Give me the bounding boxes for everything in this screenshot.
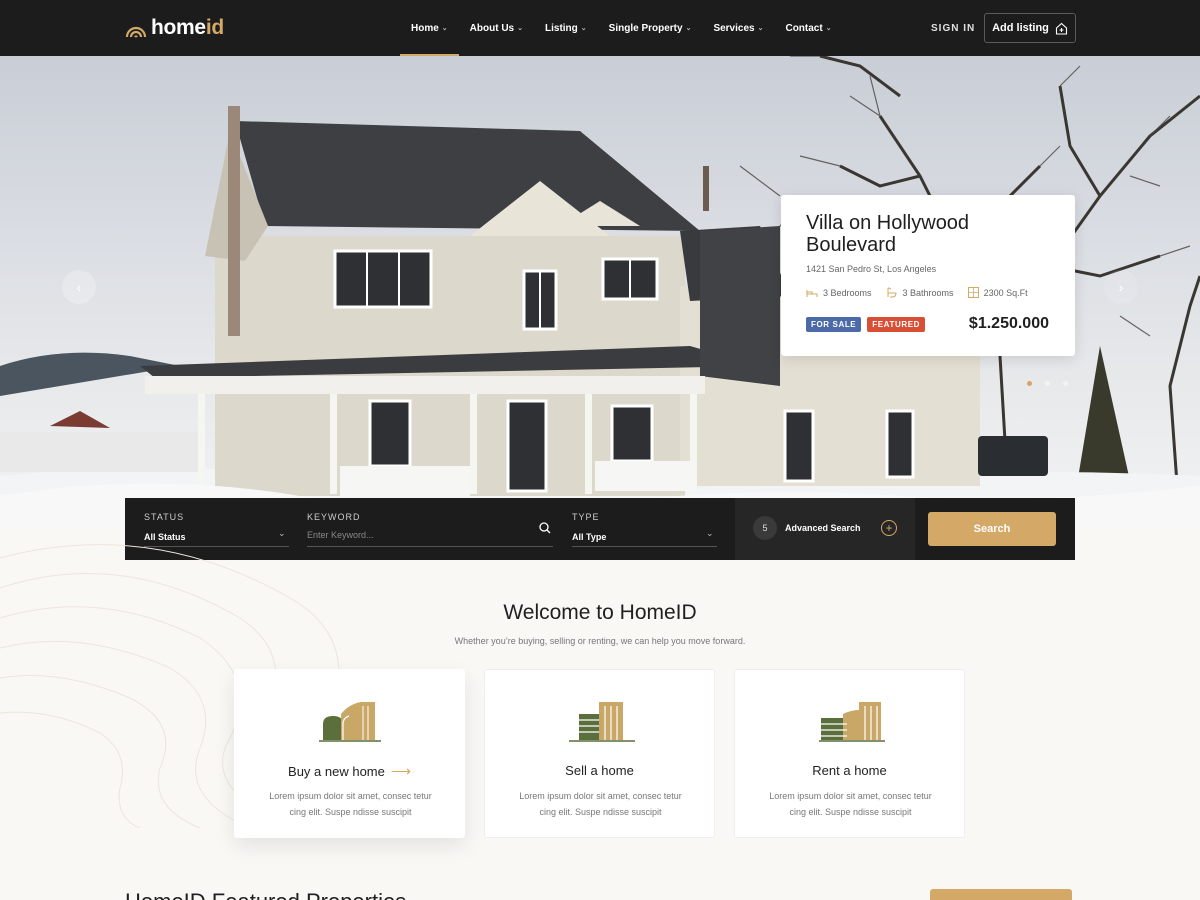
slider-dot-1[interactable] — [1027, 381, 1032, 386]
type-label: TYPE — [572, 512, 600, 522]
search-button[interactable]: Search — [928, 512, 1056, 546]
chevron-down-icon: ⌄ — [757, 25, 764, 32]
sign-in-link[interactable]: SIGN IN — [931, 23, 975, 34]
buy-home-icon — [319, 702, 381, 742]
slider-dots — [1027, 381, 1068, 386]
nav-item-listing[interactable]: Listing ⌄ — [534, 0, 598, 56]
advanced-search-toggle[interactable]: 5 Advanced Search + — [735, 498, 915, 560]
service-desc-buy: Lorem ipsum dolor sit amet, consec tetur… — [269, 791, 432, 817]
nav-item-single-property[interactable]: Single Property ⌄ — [598, 0, 703, 56]
logo-icon — [125, 26, 147, 38]
chevron-down-icon: ⌄ — [685, 25, 692, 32]
nav-item-contact[interactable]: Contact ⌄ — [774, 0, 842, 56]
service-title-sell: Sell a home — [565, 763, 634, 778]
property-card-footer: FOR SALE FEATURED $1.250.000 — [806, 315, 1049, 333]
nav-item-services[interactable]: Services ⌄ — [702, 0, 774, 56]
bath-icon — [887, 287, 897, 298]
slider-dot-2[interactable] — [1045, 381, 1050, 386]
chevron-right-icon: › — [1118, 279, 1124, 295]
slider-prev-button[interactable]: ‹ — [62, 270, 96, 304]
advanced-search-label: Advanced Search — [785, 523, 861, 533]
house-add-icon — [1055, 22, 1067, 35]
welcome-subtitle: Whether you’re buying, selling or rentin… — [454, 636, 746, 646]
area-feature: 2300 Sq.Ft — [967, 287, 1028, 298]
keyword-label: KEYWORD — [307, 512, 361, 522]
service-desc-rent: Lorem ipsum dolor sit amet, consec tetur… — [769, 791, 932, 817]
chevron-down-icon: ⌄ — [580, 25, 587, 32]
nav-item-about-us[interactable]: About Us ⌄ — [459, 0, 534, 56]
plus-icon[interactable]: + — [881, 520, 897, 536]
bathrooms-feature: 3 Bathrooms — [886, 287, 954, 298]
add-listing-label: Add listing — [992, 22, 1049, 34]
advanced-filter-count: 5 — [753, 516, 777, 540]
chevron-down-icon: ⌄ — [706, 528, 714, 538]
featured-badge: FEATURED — [867, 316, 926, 332]
property-price: $1.250.000 — [968, 315, 1049, 332]
property-title[interactable]: Villa on Hollywood Boulevard — [806, 212, 1049, 256]
featured-property-card[interactable]: Villa on Hollywood Boulevard 1421 San Pe… — [781, 195, 1075, 356]
nav-item-home[interactable]: Home ⌄ — [400, 0, 459, 56]
add-listing-button[interactable]: Add listing — [984, 13, 1076, 43]
chevron-down-icon: ⌄ — [825, 25, 832, 32]
bed-icon — [806, 289, 818, 297]
logo-text: homeid — [151, 16, 224, 39]
chevron-left-icon: ‹ — [76, 279, 82, 295]
bedrooms-feature: 3 Bedrooms — [806, 287, 872, 298]
service-card-sell[interactable]: Sell a home Lorem ipsum dolor sit amet, … — [484, 669, 715, 838]
property-address: 1421 San Pedro St, Los Angeles — [806, 264, 937, 274]
featured-properties-heading: HomeID Featured Properties — [125, 889, 406, 900]
type-underline — [572, 546, 717, 547]
search-icon[interactable] — [539, 522, 551, 534]
slider-dot-3[interactable] — [1063, 381, 1068, 386]
logo[interactable]: homeid — [125, 16, 224, 40]
chevron-down-icon: ⌄ — [517, 25, 523, 32]
service-card-buy[interactable]: Buy a new home ⟶ Lorem ipsum dolor sit a… — [234, 669, 465, 838]
type-value: All Type — [572, 532, 607, 542]
service-desc-sell: Lorem ipsum dolor sit amet, consec tetur… — [519, 791, 682, 817]
welcome-title: Welcome to HomeID — [503, 601, 697, 624]
property-features: 3 Bedrooms 3 Bathrooms 2300 Sq.Ft — [806, 287, 1049, 298]
rent-home-icon — [819, 702, 885, 742]
type-select[interactable]: TYPE All Type ⌄ — [571, 498, 721, 560]
top-navbar: homeid Home ⌄ About Us ⌄ Listing ⌄ Single P… — [0, 0, 1200, 56]
chevron-down-icon: ⌄ — [441, 25, 448, 32]
sell-home-icon — [569, 702, 635, 742]
service-card-rent[interactable]: Rent a home Lorem ipsum dolor sit amet, … — [734, 669, 965, 838]
featured-view-all-button[interactable] — [930, 889, 1072, 900]
arrow-right-icon: ⟶ — [390, 763, 411, 779]
service-title-rent: Rent a home — [812, 763, 887, 778]
service-title-buy: Buy a new home ⟶ — [288, 763, 411, 779]
main-menu: Home ⌄ About Us ⌄ Listing ⌄ Single Property… — [400, 0, 843, 56]
slider-next-button[interactable]: › — [1104, 270, 1138, 304]
for-sale-badge: FOR SALE — [806, 316, 862, 332]
area-icon — [967, 287, 979, 298]
